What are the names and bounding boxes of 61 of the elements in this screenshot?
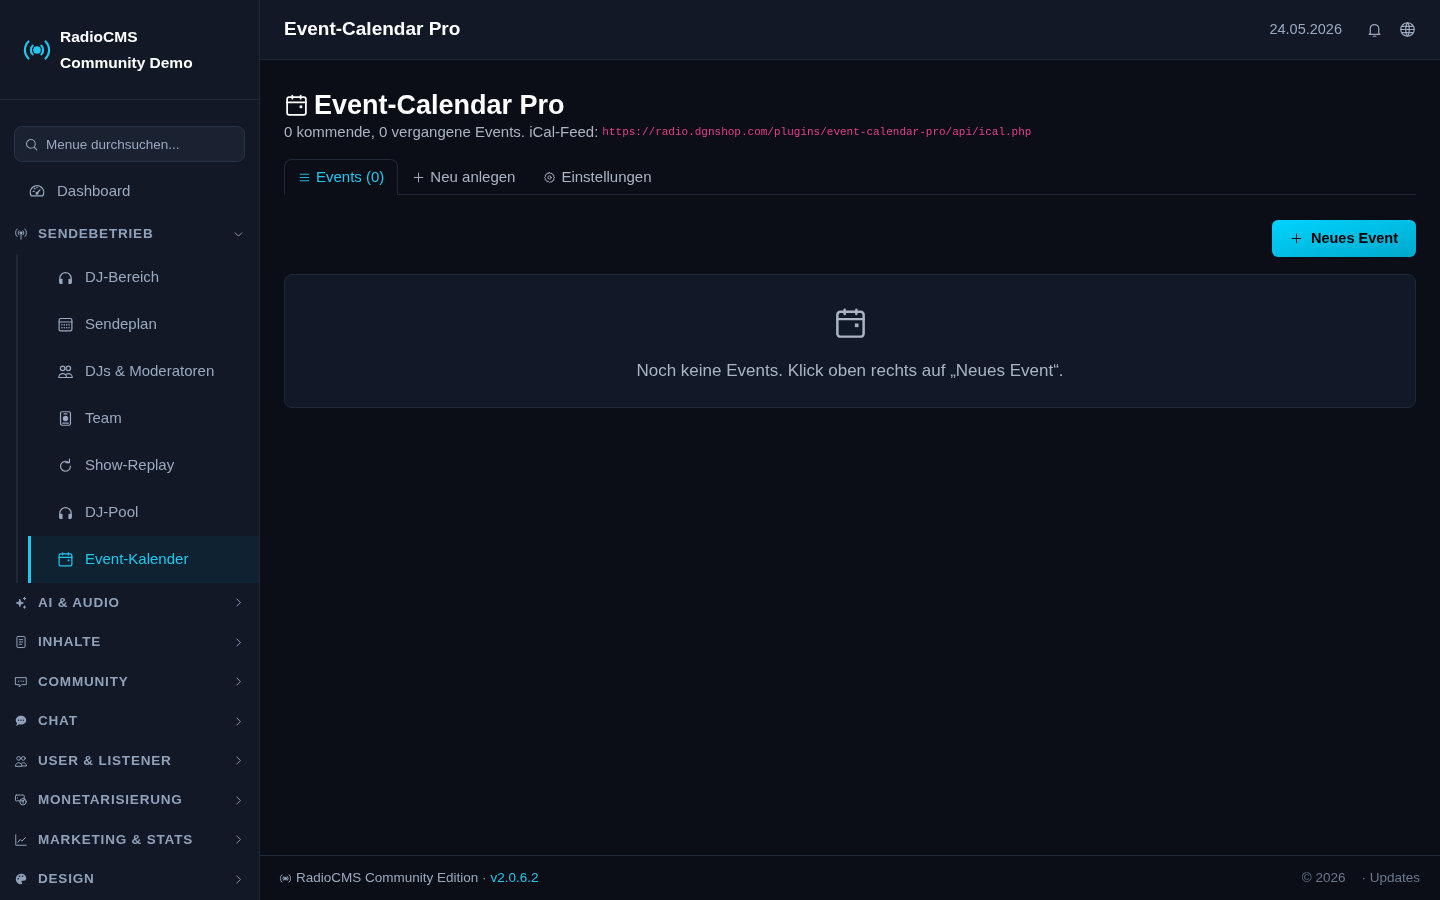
line-chart-icon xyxy=(14,832,28,847)
users-icon xyxy=(57,363,74,380)
sidebar-subitem[interactable]: DJs & Moderatoren xyxy=(28,348,259,395)
edition-label: RadioCMS Community Edition · xyxy=(296,868,487,887)
headphones-icon xyxy=(57,504,74,521)
sidebar-subitem[interactable]: Show-Replay xyxy=(28,442,259,489)
updates-link[interactable]: · Updates xyxy=(1361,867,1420,889)
sidebar-subitem[interactable]: Team xyxy=(28,395,259,442)
sidebar-group[interactable]: SENDEBETRIEB xyxy=(0,214,259,254)
brand-name: RadioCMS xyxy=(60,26,139,47)
sidebar-group[interactable]: DESIGN xyxy=(0,859,259,899)
sparkles-icon xyxy=(14,595,28,610)
sidebar-group[interactable]: INHALTE xyxy=(0,622,259,662)
sidebar-subitem[interactable]: DJ-Pool xyxy=(28,489,259,536)
plus-icon xyxy=(1289,232,1303,245)
sidebar-group[interactable]: MARKETING & STATS xyxy=(0,820,259,860)
antenna-icon xyxy=(14,227,28,241)
headphones-icon xyxy=(57,269,74,286)
bell-icon xyxy=(1366,21,1383,38)
sidebar-group[interactable]: CHAT xyxy=(0,701,259,741)
settings-icon xyxy=(543,170,557,184)
copyright-label: © 2026 xyxy=(1301,868,1346,887)
document-icon xyxy=(14,635,28,650)
sidebar-group[interactable]: COMMUNITY xyxy=(0,662,259,702)
page-header-title: Event-Calendar Pro xyxy=(284,17,461,42)
sidebar-group[interactable]: MONETARISIERUNG xyxy=(0,780,259,820)
language-button[interactable] xyxy=(1399,21,1416,38)
tab[interactable]: Neu anlegen xyxy=(398,159,530,195)
sidebar-group[interactable]: USER & LISTENER xyxy=(0,741,259,781)
tab[interactable]: Events (0) xyxy=(284,159,399,195)
date-label: 24.05.2026 xyxy=(1269,19,1342,39)
sidebar-subitem[interactable]: Sendeplan xyxy=(28,301,259,348)
sidebar-item[interactable]: Dashboard xyxy=(0,171,259,211)
page-title: Event-Calendar Pro xyxy=(314,89,565,121)
brand-tagline: Community Demo xyxy=(60,52,193,73)
palette-icon xyxy=(14,872,28,887)
chat-bubble-icon xyxy=(14,714,28,729)
page-subtitle: 0 kommende, 0 vergangene Events. iCal-Feed: xyxy=(284,121,599,142)
calendar-grid-icon xyxy=(57,316,74,333)
sidebar-group[interactable]: AI & AUDIO xyxy=(0,583,259,623)
sidebar-subitem[interactable]: DJ-Bereich xyxy=(28,254,259,301)
plus-icon xyxy=(412,170,426,184)
new-event-button[interactable]: Neues Event xyxy=(1271,220,1416,257)
search-field[interactable]: Menue durchsuchen... xyxy=(14,126,245,162)
notifications-button[interactable] xyxy=(1366,21,1383,38)
calendar-icon xyxy=(284,92,309,118)
broadcast-icon xyxy=(279,871,292,885)
id-badge-icon xyxy=(57,410,74,427)
sidebar-subitem[interactable]: Event-Kalender xyxy=(28,536,259,583)
users-icon xyxy=(14,753,28,768)
gauge-icon xyxy=(28,182,46,200)
globe-icon xyxy=(1399,21,1416,38)
chat-bubble-icon xyxy=(14,674,28,689)
ical-feed-url: https://radio.dgnshop.com/plugins/event-calendar-pro/api/ical.php xyxy=(602,124,1032,140)
rotate-icon xyxy=(57,457,74,474)
version-link[interactable]: v2.0.6.2 xyxy=(490,867,539,889)
search-icon xyxy=(24,136,39,152)
empty-state-message: Noch keine Events. Klick oben rechts auf „Neues Event“. xyxy=(636,360,1064,382)
tab[interactable]: Einstellungen xyxy=(529,159,666,195)
calendar-icon xyxy=(57,551,74,568)
money-icon xyxy=(14,793,28,808)
